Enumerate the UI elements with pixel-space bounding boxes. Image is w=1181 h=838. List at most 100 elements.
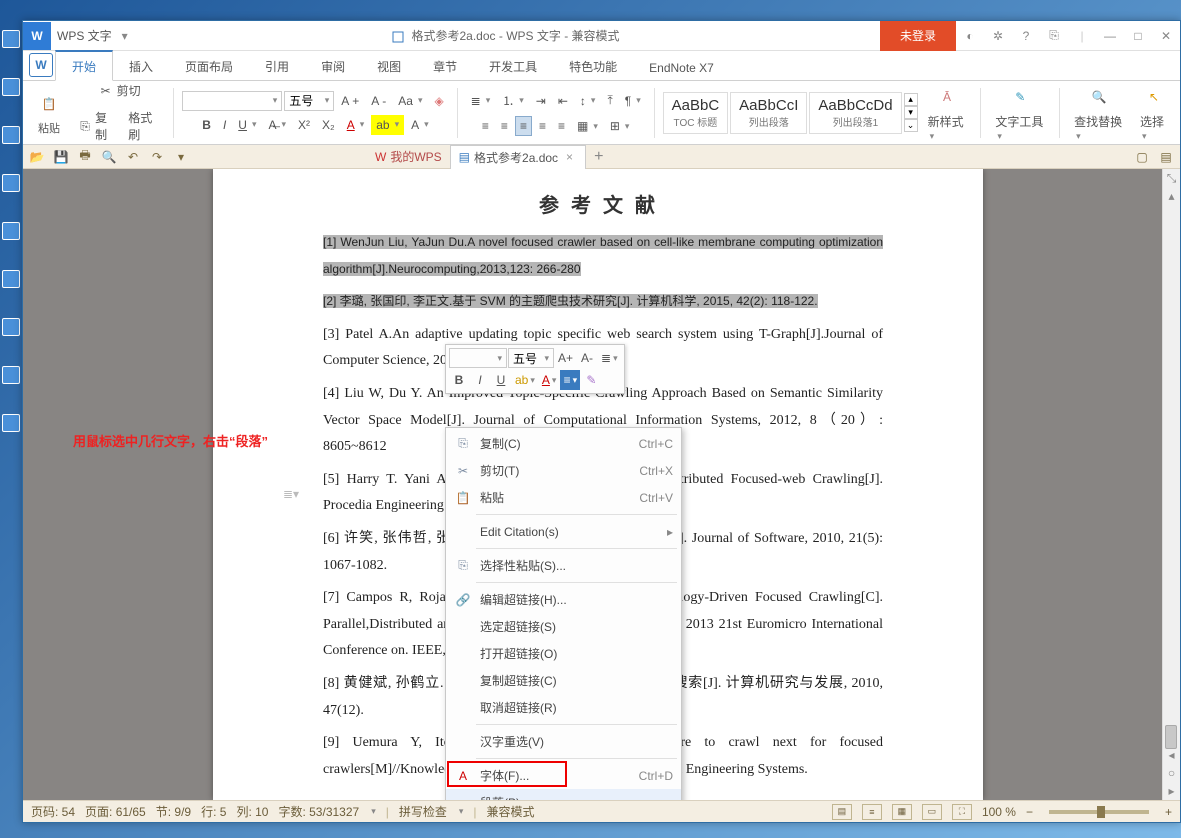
shading-button[interactable]: ▦▾	[572, 116, 603, 136]
tab-endnote[interactable]: EndNote X7	[633, 55, 730, 80]
collapse-icon[interactable]: ⤡	[1163, 169, 1180, 187]
close-button[interactable]: ✕	[1152, 29, 1180, 43]
status-words[interactable]: 字数: 53/31327	[278, 803, 359, 820]
help-icon[interactable]: ?	[1012, 29, 1040, 43]
qat-more-icon[interactable]: ▾	[173, 149, 189, 165]
ctx-open-hyperlink[interactable]: 打开超链接(O)	[446, 640, 681, 667]
highlight-button[interactable]: ab▾	[371, 115, 404, 135]
mini-font-select[interactable]: ▾	[449, 348, 507, 368]
ctx-paragraph[interactable]: ≣段落(P)...	[446, 789, 681, 800]
align-left-button[interactable]: ≡	[477, 116, 494, 136]
shrink-font-button[interactable]: A-	[366, 91, 391, 111]
browse-icon[interactable]: ○	[1163, 764, 1180, 782]
mini-font-color[interactable]: A▾	[539, 370, 560, 390]
char-shading-button[interactable]: A▾	[406, 115, 434, 135]
tab-features[interactable]: 特色功能	[553, 52, 633, 80]
mini-italic[interactable]: I	[470, 370, 490, 390]
mini-grow-font[interactable]: A+	[555, 348, 576, 368]
tab-devtools[interactable]: 开发工具	[473, 52, 553, 80]
ctx-font[interactable]: A字体(F)...Ctrl+D	[446, 762, 681, 789]
clear-format-button[interactable]: ◈	[430, 91, 449, 111]
status-pages[interactable]: 页面: 61/65	[85, 803, 146, 820]
show-marks-button[interactable]: ¶▾	[620, 91, 646, 111]
ctx-paste-special[interactable]: ⎘选择性粘贴(S)...	[446, 552, 681, 579]
settings-icon[interactable]: ✲	[984, 29, 1012, 43]
tab-view[interactable]: 视图	[361, 52, 417, 80]
tab-insert[interactable]: 插入	[113, 52, 169, 80]
numbering-button[interactable]: ⒈▾	[497, 89, 529, 112]
zoom-level[interactable]: 100 %	[982, 805, 1016, 819]
italic-button[interactable]: I	[218, 115, 231, 135]
view-print-layout[interactable]: ▤	[832, 804, 852, 820]
restore-icon[interactable]: ▢	[1134, 149, 1150, 165]
scroll-thumb[interactable]	[1165, 725, 1177, 749]
status-line[interactable]: 行: 5	[201, 803, 226, 820]
style-list1[interactable]: AaBbCcDd列出段落1	[809, 92, 901, 134]
align-justify-button[interactable]: ≡	[534, 116, 551, 136]
mini-shrink-font[interactable]: A-	[577, 348, 597, 368]
login-button[interactable]: 未登录	[880, 21, 956, 51]
undo-icon[interactable]: ↶	[125, 149, 141, 165]
style-more[interactable]: ⌄	[904, 119, 918, 132]
tab-review[interactable]: 审阅	[305, 52, 361, 80]
maximize-button[interactable]: □	[1124, 29, 1152, 43]
tab-references[interactable]: 引用	[249, 52, 305, 80]
font-family-select[interactable]: ▾	[182, 91, 282, 111]
cut-button[interactable]: ✂剪切	[93, 81, 146, 102]
distribute-button[interactable]: ≡	[553, 116, 570, 136]
style-scroll-down[interactable]: ▾	[904, 106, 918, 119]
zoom-slider[interactable]	[1049, 810, 1149, 814]
mini-bold[interactable]: B	[449, 370, 469, 390]
ctx-edit-citation[interactable]: Edit Citation(s)▸	[446, 518, 681, 545]
ctx-hanzi[interactable]: 汉字重选(V)	[446, 728, 681, 755]
style-scroll-up[interactable]: ▴	[904, 93, 918, 106]
view-web[interactable]: ▦	[892, 804, 912, 820]
wps-menu-icon[interactable]: W	[29, 53, 53, 77]
ctx-cancel-hyperlink[interactable]: 取消超链接(R)	[446, 694, 681, 721]
styles-gallery[interactable]: AaBbCTOC 标题 AaBbCcI列出段落 AaBbCcDd列出段落1 ▴▾…	[663, 92, 918, 134]
wps-home-tab[interactable]: W我的WPS	[367, 145, 450, 168]
line-spacing-button[interactable]: ↕▾	[575, 91, 601, 111]
ctx-paste[interactable]: 📋粘贴Ctrl+V	[446, 484, 681, 511]
bold-button[interactable]: B	[197, 115, 216, 135]
ctx-copy-hyperlink[interactable]: 复制超链接(C)	[446, 667, 681, 694]
view-reading[interactable]: ▭	[922, 804, 942, 820]
text-tools-button[interactable]: ✎文字工具▾	[989, 81, 1051, 144]
copy-button[interactable]: ⎘复制	[73, 106, 121, 145]
borders-button[interactable]: ⊞▾	[605, 116, 635, 136]
status-page[interactable]: 页码: 54	[31, 803, 75, 820]
find-replace-button[interactable]: 🔍查找替换▾	[1068, 81, 1130, 144]
title-dropdown-icon[interactable]: ▾	[118, 29, 132, 43]
tabs-list-icon[interactable]: ▤	[1158, 149, 1174, 165]
print-icon[interactable]: 🖶	[77, 149, 93, 165]
gutter-paragraph-icon[interactable]: ≣▾	[283, 487, 299, 501]
ctx-copy[interactable]: ⎘复制(C)Ctrl+C	[446, 430, 681, 457]
ctx-select-hyperlink[interactable]: 选定超链接(S)	[446, 613, 681, 640]
indent-inc-button[interactable]: ⇥	[531, 91, 551, 111]
redo-icon[interactable]: ↷	[149, 149, 165, 165]
view-outline[interactable]: ≡	[862, 804, 882, 820]
tab-layout[interactable]: 页面布局	[169, 52, 249, 80]
scroll-up-icon[interactable]: ▴	[1163, 187, 1180, 205]
mini-size-select[interactable]: 五号▾	[508, 348, 554, 368]
mini-bullets[interactable]: ≣▾	[598, 348, 621, 368]
mini-align[interactable]: ≡▾	[560, 370, 580, 390]
minimize-button[interactable]: —	[1096, 29, 1124, 43]
status-spellcheck[interactable]: 拼写检查	[399, 803, 447, 820]
save-icon[interactable]: 💾	[53, 149, 69, 165]
new-style-button[interactable]: Ᾱ新样式▾	[922, 81, 973, 144]
bullets-button[interactable]: ≣▾	[466, 91, 496, 111]
paste-button[interactable]: 📋 粘贴	[29, 88, 69, 138]
close-tab-icon[interactable]: ×	[562, 150, 577, 164]
current-doc-tab[interactable]: ▤格式参考2a.doc×	[450, 145, 586, 170]
format-painter-button[interactable]: 格式刷	[123, 106, 165, 145]
feedback-icon[interactable]: ⎘	[1040, 28, 1068, 43]
align-center-button[interactable]: ≡	[496, 116, 513, 136]
vertical-scrollbar[interactable]: ⤡ ▴ ▾ ◂ ○ ▸	[1162, 169, 1180, 800]
view-fullscreen[interactable]: ⛶	[952, 804, 972, 820]
select-button[interactable]: ↖选择▾	[1134, 81, 1174, 144]
ctx-cut[interactable]: ✂剪切(T)Ctrl+X	[446, 457, 681, 484]
ctx-edit-hyperlink[interactable]: 🔗编辑超链接(H)...	[446, 586, 681, 613]
zoom-in-button[interactable]: +	[1165, 805, 1172, 819]
tab-chapter[interactable]: 章节	[417, 52, 473, 80]
